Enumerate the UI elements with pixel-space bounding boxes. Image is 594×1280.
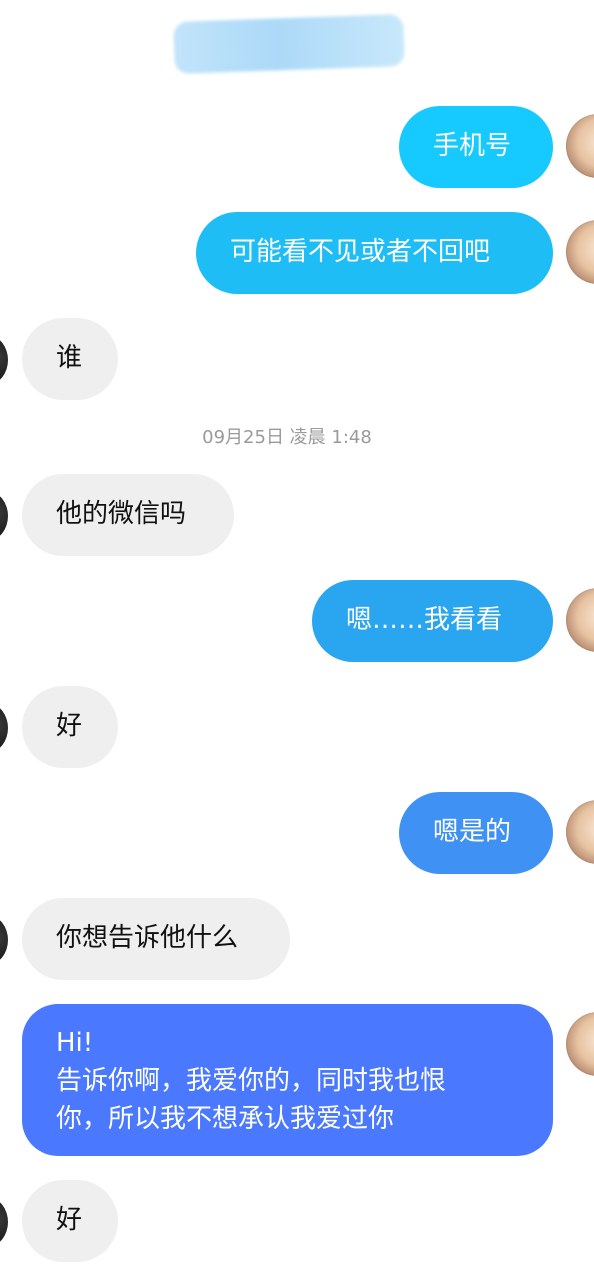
avatar[interactable]	[566, 114, 594, 178]
chat-screen: 手机号 可能看不见或者不回吧 谁 09月25日 凌晨 1:48 他的微信吗 嗯……	[0, 0, 594, 1280]
avatar[interactable]	[0, 916, 8, 964]
message-line: 告诉你啊，我爱你的，同时我也恨	[56, 1066, 447, 1096]
timestamp: 09月25日 凌晨 1:48	[202, 427, 372, 448]
message-bubble-incoming[interactable]: 好	[22, 1180, 118, 1262]
message-bubble-incoming[interactable]: 你想告诉他什么	[22, 898, 290, 980]
avatar[interactable]	[566, 1012, 594, 1076]
message-bubble-incoming[interactable]: 谁	[22, 318, 118, 400]
avatar[interactable]	[566, 800, 594, 864]
avatar[interactable]	[566, 220, 594, 284]
message-bubble-outgoing[interactable]: 手机号	[399, 106, 553, 188]
message-line: Hi!	[56, 1028, 94, 1058]
avatar[interactable]	[566, 588, 594, 652]
message-bubble-incoming[interactable]: 他的微信吗	[22, 474, 234, 556]
message-bubble-outgoing[interactable]: 可能看不见或者不回吧	[196, 212, 553, 294]
message-bubble-outgoing[interactable]: Hi! 告诉你啊，我爱你的，同时我也恨 你，所以我不想承认我爱过你	[22, 1004, 553, 1156]
avatar[interactable]	[0, 1198, 8, 1246]
message-bubble-outgoing[interactable]: 嗯……我看看	[312, 580, 553, 662]
avatar[interactable]	[0, 704, 8, 752]
avatar[interactable]	[0, 336, 8, 384]
avatar[interactable]	[0, 492, 8, 540]
message-bubble-incoming[interactable]: 好	[22, 686, 118, 768]
redacted-contact-name	[173, 14, 405, 74]
message-line: 你，所以我不想承认我爱过你	[56, 1104, 395, 1134]
message-bubble-outgoing[interactable]: 嗯是的	[399, 792, 553, 874]
